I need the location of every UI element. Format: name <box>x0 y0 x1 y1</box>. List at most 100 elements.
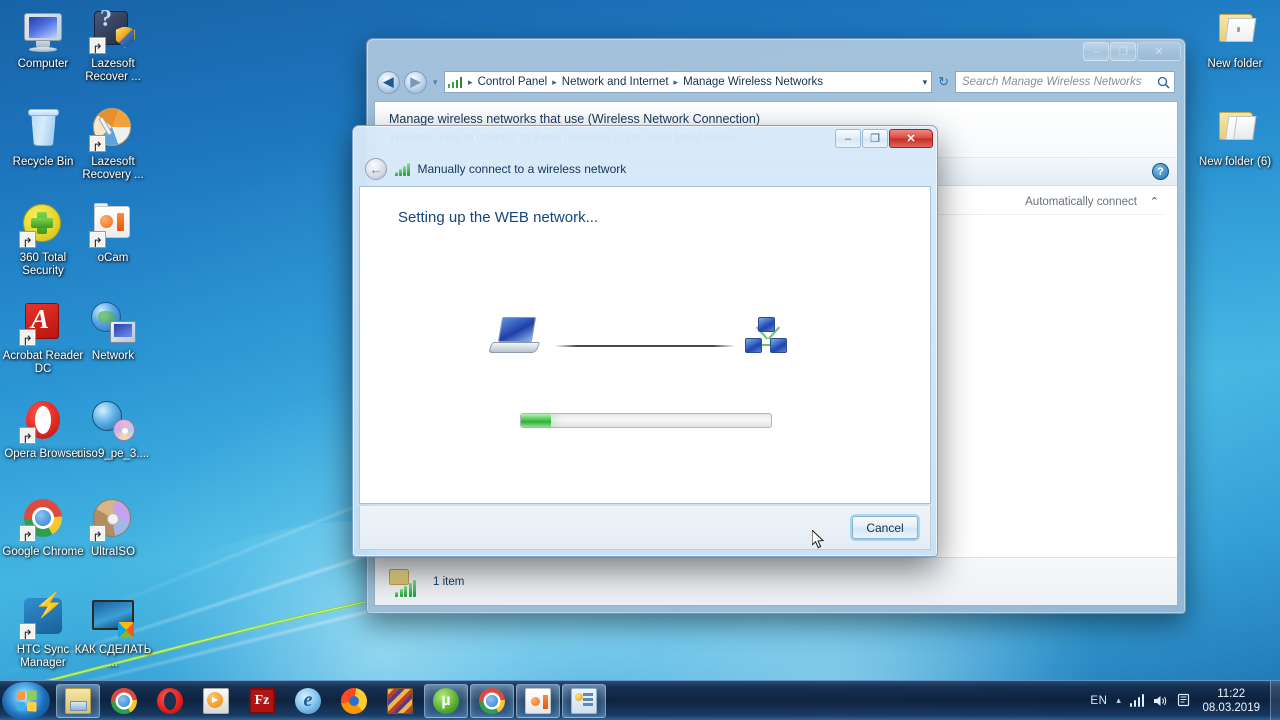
forward-button[interactable]: ▶ <box>404 70 427 94</box>
chrome-icon <box>19 496 67 542</box>
manually-connect-dialog[interactable]: – ❐ ✕ ← Manually connect to a wireless n… <box>352 125 938 557</box>
ultraiso-pe-icon <box>89 398 137 444</box>
start-button[interactable] <box>2 681 50 720</box>
desktop-icon-lazesoft-recover[interactable]: ? Lazesoft Recover ... <box>70 7 156 83</box>
ocam-icon <box>89 202 137 248</box>
dialog-titlebar[interactable]: – ❐ ✕ <box>353 126 937 150</box>
taskbar-item-media-player[interactable] <box>194 684 238 718</box>
desktop-icon-new-folder-6[interactable]: New folder (6) <box>1192 106 1278 169</box>
minimize-button[interactable]: – <box>1083 42 1109 61</box>
desktop-icon-label: Network <box>91 350 135 362</box>
lazesoft-recovery-icon <box>89 106 137 152</box>
recycle-bin-icon <box>19 106 67 152</box>
dialog-body: Setting up the WEB network... <box>359 186 931 504</box>
breadcrumb-network-and-internet[interactable]: Network and Internet <box>560 75 671 89</box>
action-center-flag-icon[interactable] <box>1177 693 1191 708</box>
recent-pages-dropdown-icon[interactable]: ▾ <box>431 77 440 88</box>
breadcrumb-separator: ▸ <box>552 76 557 87</box>
progress-bar-fill <box>521 414 551 427</box>
desktop-icon-kak-sdelat-video[interactable]: КАК СДЕЛАТЬ ... <box>70 594 156 669</box>
chevron-up-icon[interactable]: ▴ <box>1116 695 1121 706</box>
explorer-titlebar[interactable]: – ❐ ✕ <box>367 39 1185 67</box>
maximize-button[interactable]: ❐ <box>1110 42 1136 61</box>
taskbar-item-internet-explorer[interactable]: e <box>286 684 330 718</box>
taskbar-item-mozilla-firefox[interactable] <box>332 684 376 718</box>
speaker-icon[interactable] <box>1153 694 1168 708</box>
progress-bar <box>520 413 772 428</box>
close-button[interactable]: ✕ <box>1137 42 1181 61</box>
desktop-icon-label: oCam <box>97 252 129 264</box>
taskbar-item-utorrent[interactable]: µ <box>424 683 468 718</box>
close-button[interactable]: ✕ <box>889 129 933 148</box>
system-tray: EN ▴ 11:22 08.03.2019 <box>1090 687 1270 715</box>
address-bar[interactable]: ▸ Control Panel ▸ Network and Internet ▸… <box>443 71 933 93</box>
folder-icon <box>1211 8 1259 54</box>
chevron-down-icon[interactable]: ▾ <box>923 77 928 88</box>
desktop-icon-label: New folder (6) <box>1198 156 1272 168</box>
desktop-icon-ocam[interactable]: oCam <box>70 202 156 265</box>
cancel-button[interactable]: Cancel <box>852 516 918 539</box>
360-total-security-icon <box>19 202 67 248</box>
connection-line <box>555 345 735 347</box>
utorrent-icon: µ <box>433 687 459 714</box>
taskbar-buttons: Fz e µ <box>56 683 606 718</box>
breadcrumb-control-panel[interactable]: Control Panel <box>476 75 550 89</box>
acrobat-reader-icon: A <box>19 300 67 346</box>
dialog-footer: Cancel <box>359 506 931 550</box>
laptop-icon <box>487 317 541 357</box>
clock[interactable]: 11:22 08.03.2019 <box>1200 687 1260 715</box>
desktop-icon-uiso9-pe[interactable]: uiso9_pe_3.... <box>70 398 156 461</box>
opera-icon <box>19 398 67 444</box>
internet-explorer-icon: e <box>295 687 321 714</box>
signal-bars-icon[interactable] <box>1129 694 1145 707</box>
help-button[interactable]: ? <box>1152 163 1169 180</box>
explorer-caption-buttons: – ❐ ✕ <box>1083 42 1181 61</box>
taskbar-item-opera-browser[interactable] <box>148 684 192 718</box>
computer-icon <box>19 8 67 54</box>
desktop-icon-label: Lazesoft Recovery ... <box>82 156 144 181</box>
back-button[interactable]: ← <box>365 158 387 180</box>
breadcrumb-separator: ▸ <box>673 76 679 87</box>
taskbar-item-windows-explorer[interactable] <box>56 683 100 718</box>
clock-date: 08.03.2019 <box>1202 701 1260 714</box>
network-nodes-icon <box>745 317 787 357</box>
taskbar-item-google-chrome[interactable] <box>102 684 146 718</box>
ultraiso-icon <box>89 496 137 542</box>
desktop-icon-label: КАК СДЕЛАТЬ ... <box>74 644 152 669</box>
connection-animation <box>360 309 930 369</box>
desktop-icon-new-folder[interactable]: New folder <box>1192 8 1278 71</box>
desktop-icon-label: UltraISO <box>90 546 136 558</box>
explorer-address-row: ◀ ▶ ▾ ▸ Control Panel ▸ Network and Inte… <box>377 69 1175 95</box>
desktop-icon-lazesoft-recovery[interactable]: Lazesoft Recovery ... <box>70 106 156 181</box>
htc-sync-icon <box>19 594 67 640</box>
back-button[interactable]: ◀ <box>377 70 400 94</box>
column-automatically-connect: Automatically connect <box>1025 196 1137 208</box>
desktop-icon-label: New folder <box>1207 58 1263 70</box>
maximize-button[interactable]: ❐ <box>862 129 888 148</box>
language-indicator[interactable]: EN <box>1090 695 1107 707</box>
video-file-icon <box>89 594 137 640</box>
breadcrumb-manage-wireless-networks[interactable]: Manage Wireless Networks <box>681 75 825 89</box>
taskbar-item-winrar[interactable] <box>378 684 422 718</box>
show-desktop-button[interactable] <box>1270 680 1280 720</box>
taskbar-item-ocam[interactable] <box>516 683 560 718</box>
minimize-button[interactable]: – <box>835 129 861 148</box>
wireless-signal-icon <box>447 76 463 88</box>
lazesoft-recover-icon: ? <box>89 7 137 54</box>
chevron-up-icon[interactable]: ⌃ <box>1150 195 1159 208</box>
network-icon <box>89 300 137 346</box>
search-placeholder: Search Manage Wireless Networks <box>962 76 1142 88</box>
search-input[interactable]: Search Manage Wireless Networks <box>955 71 1175 93</box>
desktop-icon-ultraiso[interactable]: UltraISO <box>70 496 156 559</box>
taskbar-item-filezilla[interactable]: Fz <box>240 684 284 718</box>
taskbar-item-control-panel[interactable] <box>562 683 606 718</box>
taskbar-item-google-chrome-2[interactable] <box>470 683 514 718</box>
desktop-icon-network[interactable]: Network <box>70 300 156 363</box>
dialog-title: Manually connect to a wireless network <box>417 162 627 176</box>
search-icon <box>1157 76 1170 89</box>
item-count: 1 item <box>433 575 465 588</box>
desktop-icon-label: Lazesoft Recover ... <box>85 58 141 83</box>
dialog-header: ← Manually connect to a wireless network <box>353 152 937 186</box>
breadcrumb-separator: ▸ <box>468 76 473 87</box>
refresh-button[interactable]: ↻ <box>936 74 951 90</box>
